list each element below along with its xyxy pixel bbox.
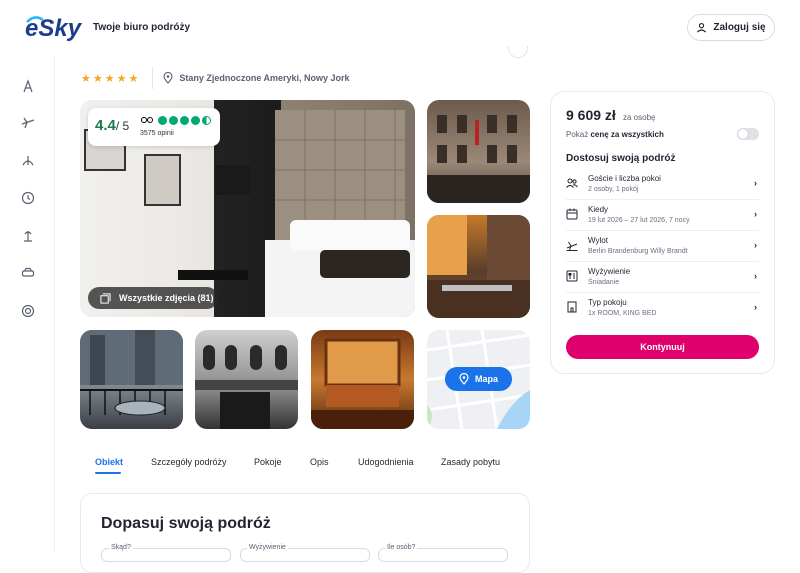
flight-icon[interactable] xyxy=(20,115,36,131)
tab-obiekt[interactable]: Obiekt xyxy=(95,457,123,467)
option-room-type[interactable]: Typ pokoju 1x ROOM, KING BED › xyxy=(566,298,759,326)
from-field-label: Skąd? xyxy=(109,544,133,551)
all-photos-label: Wszystkie zdjęcia (81) xyxy=(119,293,214,303)
divider xyxy=(566,199,759,200)
tagline: Twoje biuro podróży xyxy=(93,22,191,33)
option-title: Typ pokoju xyxy=(588,298,627,307)
show-total-price-toggle[interactable] xyxy=(737,128,759,140)
terrace-illustration xyxy=(427,215,530,318)
map-button[interactable]: Mapa xyxy=(445,367,512,391)
tab-pokoje[interactable]: Pokoje xyxy=(254,457,282,467)
tripadvisor-rating-dots xyxy=(158,116,211,125)
top-header: eSky Twoje biuro podróży Zaloguj się xyxy=(0,0,800,56)
review-count: 3575 opinii xyxy=(140,130,174,137)
all-photos-button[interactable]: Wszystkie zdjęcia (81) xyxy=(88,287,218,309)
photo-entrance[interactable] xyxy=(195,330,298,429)
room-icon xyxy=(567,301,577,313)
tab-opis[interactable]: Opis xyxy=(310,457,329,467)
balcony-illustration xyxy=(80,330,183,416)
guests-icon xyxy=(566,178,578,188)
tripadvisor-icon xyxy=(141,116,153,126)
departure-icon xyxy=(566,241,578,251)
location-text: Stany Zjednoczone Ameryki, Nowy Jork xyxy=(179,73,350,83)
sidebar xyxy=(0,56,55,553)
car-icon[interactable] xyxy=(20,265,36,281)
option-title: Kiedy xyxy=(588,205,609,214)
vacation-icon[interactable] xyxy=(20,152,36,168)
option-departure[interactable]: Wylot Berlin Brandenburg Willy Brandt › xyxy=(566,236,759,264)
tab-szczegoly-podrozy[interactable]: Szczegóły podróży xyxy=(151,457,227,467)
esky-logo[interactable]: eSky xyxy=(25,14,85,42)
option-guests-rooms[interactable]: Goście i liczba pokoi 2 osoby, 1 pokój › xyxy=(566,174,759,202)
option-value: 2 osoby, 1 pokój xyxy=(588,186,639,193)
option-title: Wylot xyxy=(588,236,608,245)
support-icon[interactable] xyxy=(20,303,36,319)
option-dates[interactable]: Kiedy 19 lut 2026 – 27 lut 2026, 7 nocy … xyxy=(566,205,759,233)
price: 9 609 zł xyxy=(566,107,616,123)
divider xyxy=(566,230,759,231)
chevron-right-icon: › xyxy=(754,271,757,281)
map-label: Mapa xyxy=(474,374,498,384)
continue-button[interactable]: Kontynuuj xyxy=(566,335,759,359)
location-pin-icon xyxy=(163,72,173,84)
calendar-icon xyxy=(566,208,578,220)
option-value: 19 lut 2026 – 27 lut 2026, 7 nocy xyxy=(588,217,690,224)
hotel-rating-row: ★★★★★ Stany Zjednoczone Ameryki, Nowy Jo… xyxy=(81,67,350,89)
option-title: Wyżywienie xyxy=(588,267,631,276)
customize-trip-title: Dostosuj swoją podróż xyxy=(566,153,676,164)
scroll-handle[interactable] xyxy=(508,46,528,58)
chevron-right-icon: › xyxy=(754,240,757,250)
hotel-location[interactable]: Stany Zjednoczone Ameryki, Nowy Jork xyxy=(163,72,350,84)
guests-field-label: Ile osób? xyxy=(385,544,418,551)
divider xyxy=(566,261,759,262)
lounge-illustration xyxy=(311,338,414,429)
option-value: Berlin Brandenburg Willy Brandt xyxy=(588,248,688,255)
beach-icon[interactable] xyxy=(20,228,36,244)
star-rating: ★★★★★ xyxy=(81,72,141,85)
review-score: 4.4/ 5 xyxy=(95,117,130,134)
photo-balcony[interactable] xyxy=(80,330,183,429)
photo-terrace[interactable] xyxy=(427,215,530,318)
chevron-right-icon: › xyxy=(754,178,757,188)
tab-udogodnienia[interactable]: Udogodnienia xyxy=(358,457,414,467)
photo-lounge[interactable] xyxy=(311,330,414,429)
hotel-icon[interactable] xyxy=(20,78,36,94)
login-button[interactable]: Zaloguj się xyxy=(687,14,775,41)
divider xyxy=(566,292,759,293)
option-meal[interactable]: Wyżywienie Śniadanie › xyxy=(566,267,759,295)
active-tab-indicator xyxy=(95,472,121,474)
show-total-price-label: Pokaż cenę za wszystkich xyxy=(566,130,664,139)
chevron-right-icon: › xyxy=(754,209,757,219)
adjust-trip-title: Dopasuj swoją podróż xyxy=(101,515,271,532)
lastminute-icon[interactable] xyxy=(20,190,36,206)
login-label: Zaloguj się xyxy=(713,22,766,33)
meal-field-label: Wyżywienie xyxy=(247,544,288,551)
tab-zasady-pobytu[interactable]: Zasady pobytu xyxy=(441,457,500,467)
meal-icon xyxy=(566,270,578,282)
facade-illustration xyxy=(427,115,530,203)
gallery-icon xyxy=(100,292,111,304)
option-title: Goście i liczba pokoi xyxy=(588,174,661,183)
location-pin-icon xyxy=(459,373,469,385)
user-icon xyxy=(697,23,707,33)
chevron-right-icon: › xyxy=(754,302,757,312)
option-value: 1x ROOM, KING BED xyxy=(588,310,657,317)
photo-hotel-facade[interactable] xyxy=(427,100,530,203)
option-value: Śniadanie xyxy=(588,279,620,286)
entrance-illustration xyxy=(195,345,298,429)
price-per-person: za osobę xyxy=(623,113,656,122)
review-score-card[interactable]: 4.4/ 5 3575 opinii xyxy=(88,108,220,146)
divider xyxy=(152,67,154,89)
